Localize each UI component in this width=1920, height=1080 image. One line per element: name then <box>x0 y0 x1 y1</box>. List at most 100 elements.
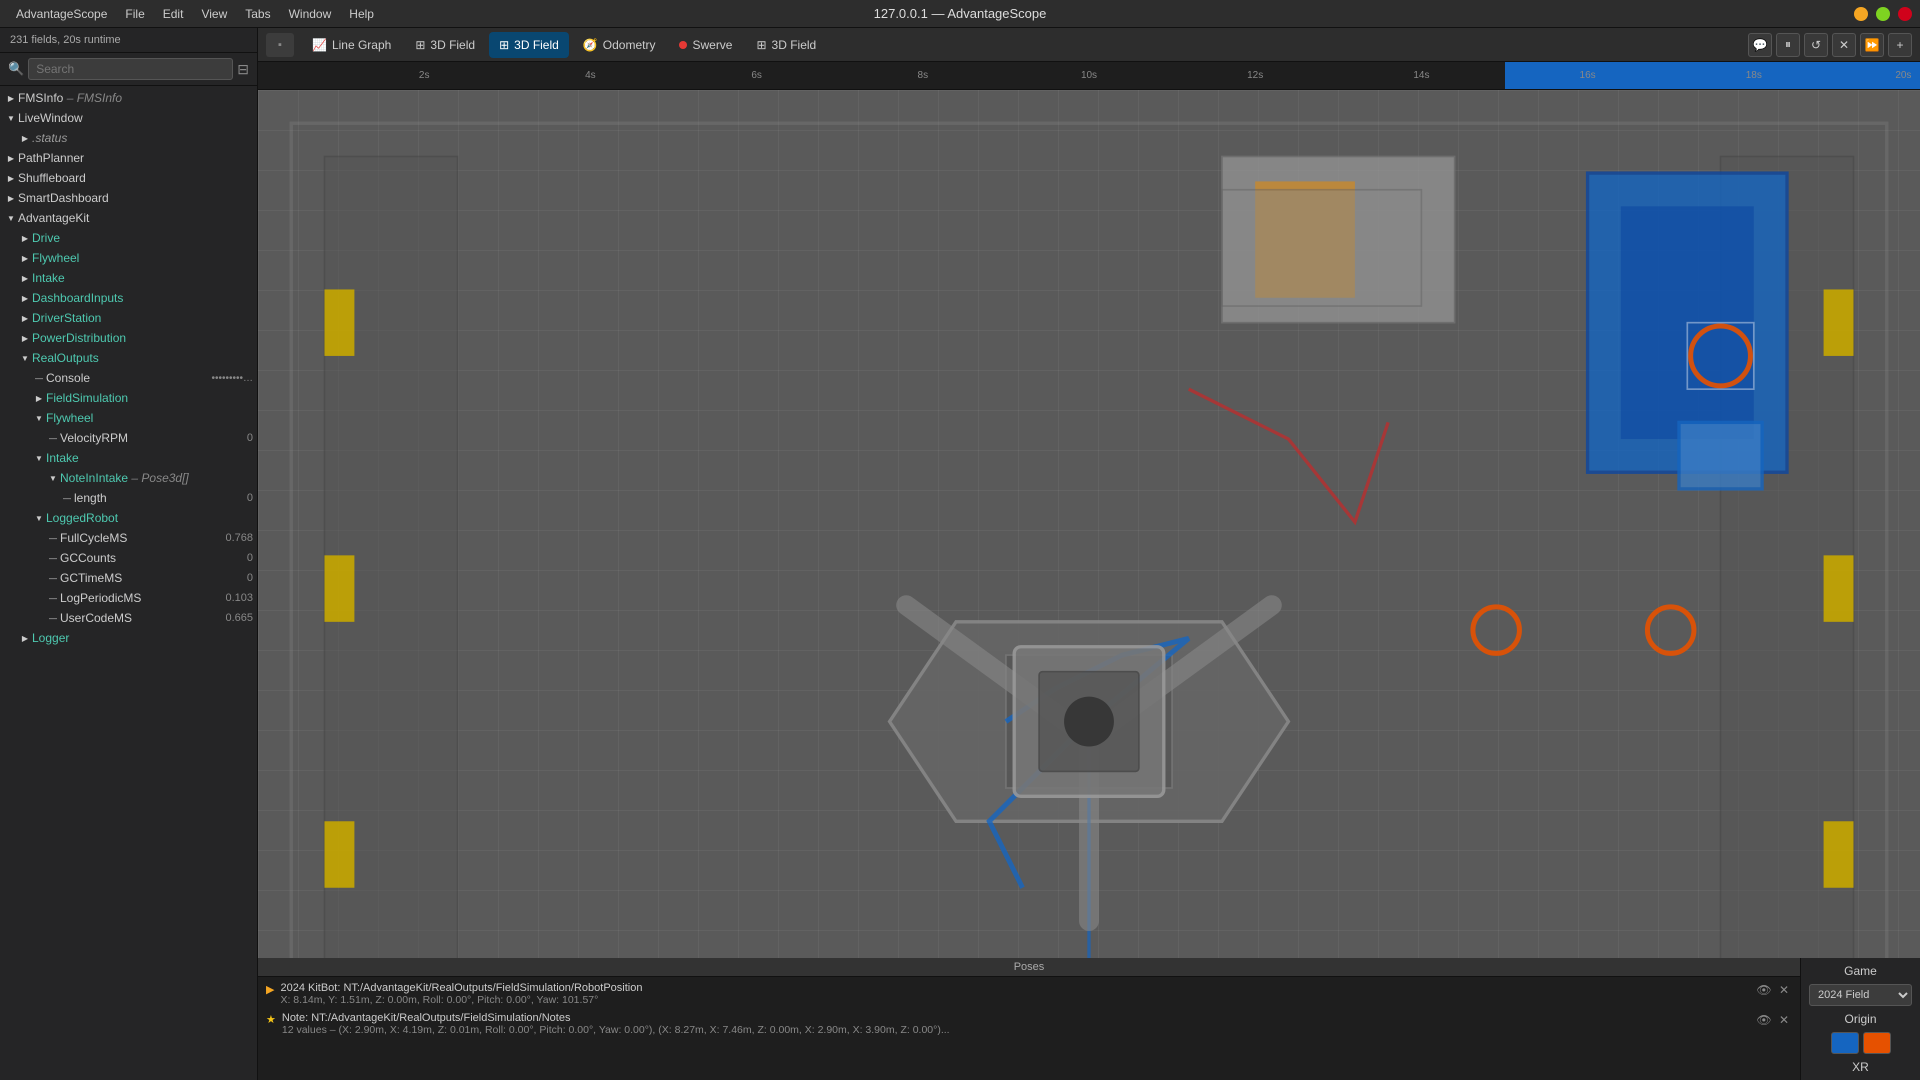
tab-line-graph[interactable]: 📈 Line Graph <box>302 32 401 58</box>
sidebar-stats: 231 fields, 20s runtime <box>0 28 257 53</box>
tab-3d-field-3[interactable]: ⊞ 3D Field <box>746 32 826 58</box>
right-panel: ▪ 📈 Line Graph ⊞ 3D Field ⊞ 3D Field 🧭 O… <box>258 28 1920 1080</box>
tree-item-fmsinfo[interactable]: ▶FMSInfo – FMSInfo <box>0 88 257 108</box>
tab-swerve[interactable]: Swerve <box>669 32 742 58</box>
tree-item-pathplanner[interactable]: ▶PathPlanner <box>0 148 257 168</box>
label-realoutputs: RealOutputs <box>32 351 253 365</box>
label-loggedrobot: LoggedRobot <box>46 511 253 525</box>
tree-item-intake[interactable]: ▶Intake <box>0 268 257 288</box>
tree-item-gccounts[interactable]: —GCCounts0 <box>0 548 257 568</box>
menu-tabs[interactable]: Tabs <box>237 5 278 23</box>
tree-item-velocityrpm[interactable]: —VelocityRPM0 <box>0 428 257 448</box>
tick-18s: 18s <box>1746 70 1762 81</box>
arrow-logperiodicms: — <box>46 591 60 605</box>
close-button[interactable] <box>1898 7 1912 21</box>
label-fullcyclems: FullCycleMS <box>60 531 219 545</box>
tree-item-drive[interactable]: ▶Drive <box>0 228 257 248</box>
arrow-smartdashboard: ▶ <box>4 191 18 205</box>
tree-item-noteintake[interactable]: ▼NoteInIntake – Pose3d[] <box>0 468 257 488</box>
tree-item-logger[interactable]: ▶Logger <box>0 628 257 648</box>
pose-visibility-button[interactable]: 👁 <box>1756 982 1772 998</box>
value-console: •••••••••… <box>211 373 253 384</box>
tree-item-length[interactable]: —length0 <box>0 488 257 508</box>
value-velocityrpm: 0 <box>223 432 253 444</box>
notes-visibility-button[interactable]: 👁 <box>1756 1012 1772 1028</box>
arrow-gccounts: — <box>46 551 60 565</box>
tree-item-console[interactable]: —Console•••••••••… <box>0 368 257 388</box>
viz-pause-button[interactable]: ⏸ <box>1776 33 1800 57</box>
tree-item-smartdashboard[interactable]: ▶SmartDashboard <box>0 188 257 208</box>
pose-delete-button[interactable]: ✕ <box>1776 982 1792 998</box>
value-gccounts: 0 <box>223 552 253 564</box>
menu-file[interactable]: File <box>117 5 152 23</box>
tree-item-fullcyclems[interactable]: —FullCycleMS0.768 <box>0 528 257 548</box>
tab-3d-field-1[interactable]: ⊞ 3D Field <box>405 32 485 58</box>
tree-container[interactable]: ▶FMSInfo – FMSInfo▼LiveWindow▶.status▶Pa… <box>0 86 257 1080</box>
orange-swatch[interactable] <box>1863 1032 1891 1054</box>
origin-label: Origin <box>1809 1012 1912 1026</box>
title-bar: AdvantageScope File Edit View Tabs Windo… <box>0 0 1920 28</box>
tree-item-usercodems[interactable]: —UserCodeMS0.665 <box>0 608 257 628</box>
window-controls[interactable] <box>1854 7 1912 21</box>
blue-swatch[interactable] <box>1831 1032 1859 1054</box>
label-advantagekit: AdvantageKit <box>18 211 253 225</box>
viz-add-button[interactable]: + <box>1888 33 1912 57</box>
label-powerdistribution: PowerDistribution <box>32 331 253 345</box>
robot-pose-icon: ▶ <box>266 983 274 996</box>
tree-item-flywheel2[interactable]: ▼Flywheel <box>0 408 257 428</box>
menu-view[interactable]: View <box>193 5 235 23</box>
tree-item-shuffleboard[interactable]: ▶Shuffleboard <box>0 168 257 188</box>
menu-window[interactable]: Window <box>281 5 340 23</box>
timeline-track[interactable]: 2s4s6s8s10s12s14s16s18s20s <box>258 62 1920 89</box>
label-livewindow: LiveWindow <box>18 111 253 125</box>
minimize-button[interactable] <box>1854 7 1868 21</box>
tab-spacer[interactable]: ▪ <box>266 33 294 57</box>
arrow-powerdistribution: ▶ <box>18 331 32 345</box>
viz-area[interactable] <box>258 90 1920 958</box>
tab-odometry[interactable]: 🧭 Odometry <box>573 32 666 58</box>
viz-refresh-button[interactable]: ↺ <box>1804 33 1828 57</box>
timeline[interactable]: 2s4s6s8s10s12s14s16s18s20s <box>258 62 1920 90</box>
filter-icon[interactable]: ⊟ <box>237 61 249 78</box>
tree-item-powerdistribution[interactable]: ▶PowerDistribution <box>0 328 257 348</box>
tree-item-loggedrobot[interactable]: ▼LoggedRobot <box>0 508 257 528</box>
3d-field-icon-2: ⊞ <box>499 38 509 52</box>
search-input[interactable] <box>28 58 233 80</box>
main-layout: 231 fields, 20s runtime 🔍 ⊟ ▶FMSInfo – F… <box>0 28 1920 1080</box>
tree-item-livewindow[interactable]: ▼LiveWindow <box>0 108 257 128</box>
arrow-gctimems: — <box>46 571 60 585</box>
label-flywheel1: Flywheel <box>32 251 253 265</box>
pose-actions-notes[interactable]: 👁 ✕ <box>1756 1012 1792 1028</box>
menu-bar[interactable]: AdvantageScope File Edit View Tabs Windo… <box>8 5 382 23</box>
menu-edit[interactable]: Edit <box>155 5 192 23</box>
tree-item-realoutputs[interactable]: ▼RealOutputs <box>0 348 257 368</box>
notes-delete-button[interactable]: ✕ <box>1776 1012 1792 1028</box>
tree-item-intake2[interactable]: ▼Intake <box>0 448 257 468</box>
tab-3d-field-2[interactable]: ⊞ 3D Field <box>489 32 569 58</box>
arrow-velocityrpm: — <box>46 431 60 445</box>
label-fmsinfo: FMSInfo – FMSInfo <box>18 91 253 105</box>
maximize-button[interactable] <box>1876 7 1890 21</box>
arrow-drive: ▶ <box>18 231 32 245</box>
tree-item-dashboardinputs[interactable]: ▶DashboardInputs <box>0 288 257 308</box>
value-logperiodicms: 0.103 <box>223 592 253 604</box>
tree-item-logperiodicms[interactable]: —LogPeriodicMS0.103 <box>0 588 257 608</box>
tree-item-flywheel1[interactable]: ▶Flywheel <box>0 248 257 268</box>
tick-16s: 16s <box>1580 70 1596 81</box>
tree-item-gctimems[interactable]: —GCTimeMS0 <box>0 568 257 588</box>
viz-forward-button[interactable]: ⏩ <box>1860 33 1884 57</box>
grid-icon: ▪ <box>278 39 282 51</box>
viz-close-button[interactable]: ✕ <box>1832 33 1856 57</box>
xr-label: XR <box>1809 1060 1912 1074</box>
pose-actions-robot[interactable]: 👁 ✕ <box>1756 982 1792 998</box>
viz-chat-button[interactable]: 💬 <box>1748 33 1772 57</box>
arrow-livewindow: ▼ <box>4 111 18 125</box>
game-select[interactable]: 2024 Field <box>1809 984 1912 1006</box>
tree-item-status[interactable]: ▶.status <box>0 128 257 148</box>
tree-item-fieldsimulation[interactable]: ▶FieldSimulation <box>0 388 257 408</box>
tick-20s: 20s <box>1895 70 1911 81</box>
tree-item-advantagekit[interactable]: ▼AdvantageKit <box>0 208 257 228</box>
menu-help[interactable]: Help <box>341 5 382 23</box>
menu-advantagescope[interactable]: AdvantageScope <box>8 5 115 23</box>
tree-item-driverstation[interactable]: ▶DriverStation <box>0 308 257 328</box>
